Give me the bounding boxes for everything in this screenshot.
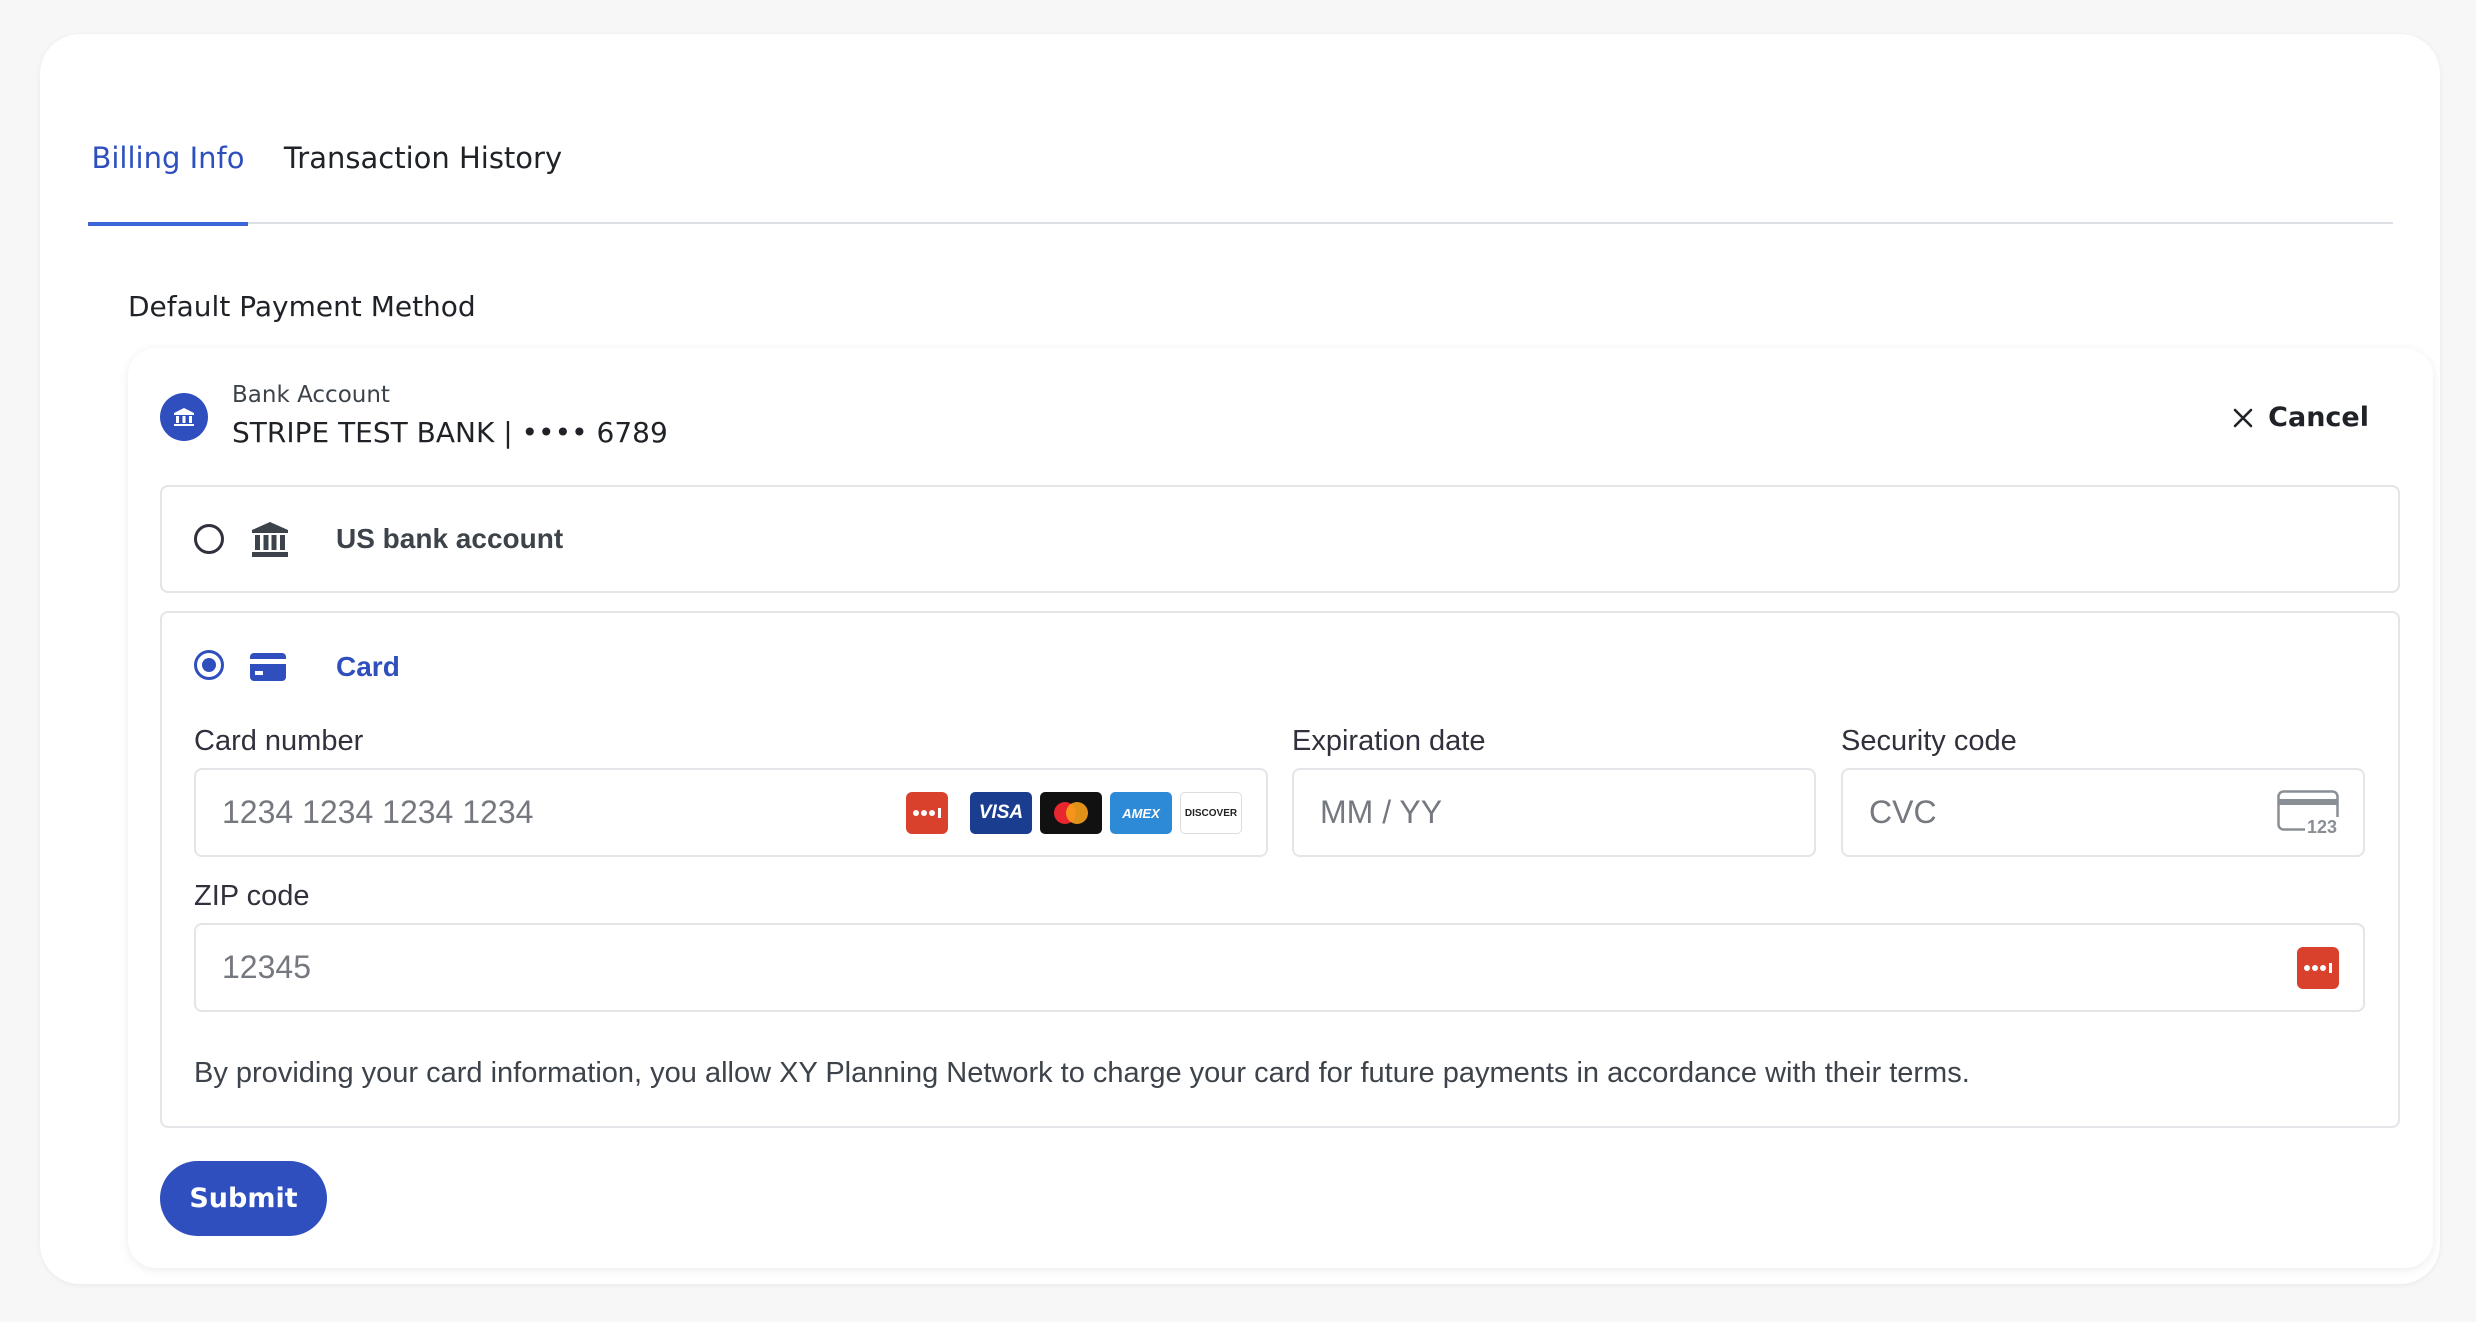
radio-us-bank-account[interactable] bbox=[194, 524, 224, 554]
active-tab-indicator bbox=[88, 222, 248, 226]
card-number-placeholder: 1234 1234 1234 1234 bbox=[222, 794, 534, 830]
card-brands: VISA AMEX DISCOVER bbox=[906, 792, 1242, 834]
security-code-field[interactable]: CVC 123 bbox=[1841, 768, 2365, 857]
radio-card[interactable] bbox=[194, 650, 224, 680]
amex-icon: AMEX bbox=[1110, 792, 1172, 834]
cvc-card-icon: 123 bbox=[2277, 790, 2339, 838]
visa-icon: VISA bbox=[970, 792, 1032, 834]
close-icon bbox=[2233, 408, 2253, 427]
card-number-label: Card number bbox=[194, 725, 364, 757]
discover-icon: DISCOVER bbox=[1180, 792, 1242, 834]
security-code-placeholder: CVC bbox=[1869, 794, 1937, 830]
zip-code-field[interactable]: 12345 bbox=[194, 923, 2365, 1012]
billing-panel: Billing Info Transaction History Default… bbox=[40, 34, 2440, 1284]
tab-transaction-history-label: Transaction History bbox=[283, 141, 563, 175]
option-card-label: Card bbox=[336, 651, 400, 682]
card-number-field[interactable]: 1234 1234 1234 1234 VISA AMEX DISCOVER bbox=[194, 768, 1268, 857]
mastercard-icon bbox=[1040, 792, 1102, 834]
option-us-bank-account[interactable]: US bank account bbox=[160, 485, 2400, 593]
option-us-bank-account-label: US bank account bbox=[336, 523, 564, 554]
tab-billing-info-label: Billing Info bbox=[91, 141, 245, 175]
autofill-icon[interactable] bbox=[906, 792, 948, 834]
bank-icon bbox=[160, 393, 208, 441]
account-type: Bank Account bbox=[232, 382, 390, 408]
cancel-label: Cancel bbox=[2268, 402, 2369, 433]
expiration-date-label: Expiration date bbox=[1292, 725, 1486, 757]
submit-button[interactable]: Submit bbox=[160, 1161, 327, 1236]
expiration-date-field[interactable]: MM / YY bbox=[1292, 768, 1816, 857]
authorization-disclaimer: By providing your card information, you … bbox=[194, 1057, 1970, 1089]
credit-card-icon bbox=[250, 653, 286, 686]
option-card[interactable]: Card Card number 1234 1234 1234 1234 VIS… bbox=[160, 611, 2400, 1128]
zip-code-label: ZIP code bbox=[194, 880, 310, 912]
zip-code-placeholder: 12345 bbox=[222, 949, 311, 985]
section-title: Default Payment Method bbox=[128, 290, 476, 323]
account-name: STRIPE TEST BANK | •••• 6789 bbox=[232, 416, 668, 449]
cancel-button[interactable]: Cancel bbox=[2232, 402, 2369, 433]
cvc-icon-text: 123 bbox=[2304, 817, 2339, 838]
expiration-date-placeholder: MM / YY bbox=[1320, 794, 1443, 830]
payment-method-card: Bank Account STRIPE TEST BANK | •••• 678… bbox=[128, 348, 2433, 1268]
security-code-label: Security code bbox=[1841, 725, 2017, 757]
tab-billing-info[interactable]: Billing Info bbox=[88, 108, 248, 226]
autofill-icon[interactable] bbox=[2297, 947, 2339, 989]
tab-transaction-history[interactable]: Transaction History bbox=[278, 108, 568, 224]
tab-bar: Billing Info Transaction History bbox=[88, 108, 2393, 226]
bank-building-icon bbox=[250, 521, 290, 564]
